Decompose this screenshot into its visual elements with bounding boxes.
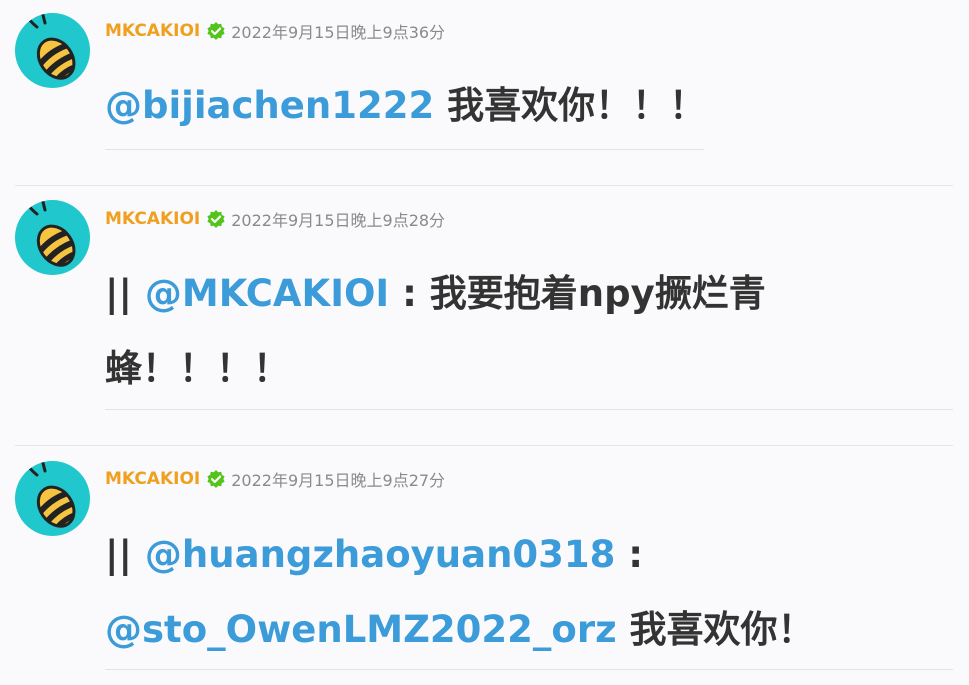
content-line: @sto_OwenLMZ2022_orz 我喜欢你！: [105, 592, 815, 667]
comment-item: MKCAKIOI 2022年9月15日晚上9点28分 || @MKCAKIOI …: [0, 186, 969, 446]
timestamp: 2022年9月15日晚上9点27分: [231, 471, 446, 490]
content-line: || @huangzhaoyuan0318 :: [105, 517, 815, 592]
username[interactable]: MKCAKIOI: [105, 469, 200, 489]
mention-link[interactable]: @MKCAKIOI: [145, 272, 389, 315]
timestamp: 2022年9月15日晚上9点28分: [231, 211, 446, 230]
username[interactable]: MKCAKIOI: [105, 209, 200, 229]
username[interactable]: MKCAKIOI: [105, 21, 200, 41]
comment-text: 我喜欢你！！！: [434, 84, 707, 127]
content-line: @bijiachen1222 我喜欢你！！！: [105, 68, 706, 143]
quote-marker: ||: [105, 272, 145, 315]
mention-link[interactable]: @huangzhaoyuan0318: [145, 533, 616, 576]
comment-text: :: [615, 533, 644, 576]
verified-check-icon: [206, 209, 226, 229]
comment-feed: MKCAKIOI 2022年9月15日晚上9点36分 @bijiachen122…: [0, 0, 969, 685]
quote-marker: ||: [105, 533, 145, 576]
mention-link[interactable]: @bijiachen1222: [105, 84, 434, 127]
comment-content: || @huangzhaoyuan0318 : @sto_OwenLMZ2022…: [105, 517, 815, 667]
mention-link[interactable]: @sto_OwenLMZ2022_orz: [105, 608, 617, 651]
content-divider: [105, 669, 953, 670]
comment-item: MKCAKIOI 2022年9月15日晚上9点36分 @bijiachen122…: [0, 0, 969, 186]
content-divider: [105, 409, 953, 410]
comment-content: @bijiachen1222 我喜欢你！！！: [105, 68, 706, 143]
comment-meta: MKCAKIOI 2022年9月15日晚上9点28分: [105, 207, 445, 231]
verified-check-icon: [206, 21, 226, 41]
bee-avatar-icon[interactable]: [15, 200, 90, 275]
comment-text: : 我要抱着npy撅烂青: [389, 272, 766, 315]
bee-avatar-icon[interactable]: [15, 461, 90, 536]
bee-avatar-icon[interactable]: [15, 13, 90, 88]
comment-meta: MKCAKIOI 2022年9月15日晚上9点36分: [105, 19, 445, 43]
comment-content: || @MKCAKIOI : 我要抱着npy撅烂青 蜂！！！！: [105, 256, 766, 406]
comment-text: 蜂！！！！: [105, 347, 290, 390]
comment-item: MKCAKIOI 2022年9月15日晚上9点27分 || @huangzhao…: [0, 446, 969, 685]
comment-text: 我喜欢你！: [616, 608, 815, 651]
timestamp: 2022年9月15日晚上9点36分: [231, 23, 446, 42]
comment-meta: MKCAKIOI 2022年9月15日晚上9点27分: [105, 467, 445, 491]
content-line: 蜂！！！！: [105, 331, 766, 406]
content-divider: [105, 149, 704, 150]
content-line: || @MKCAKIOI : 我要抱着npy撅烂青: [105, 256, 766, 331]
verified-check-icon: [206, 469, 226, 489]
